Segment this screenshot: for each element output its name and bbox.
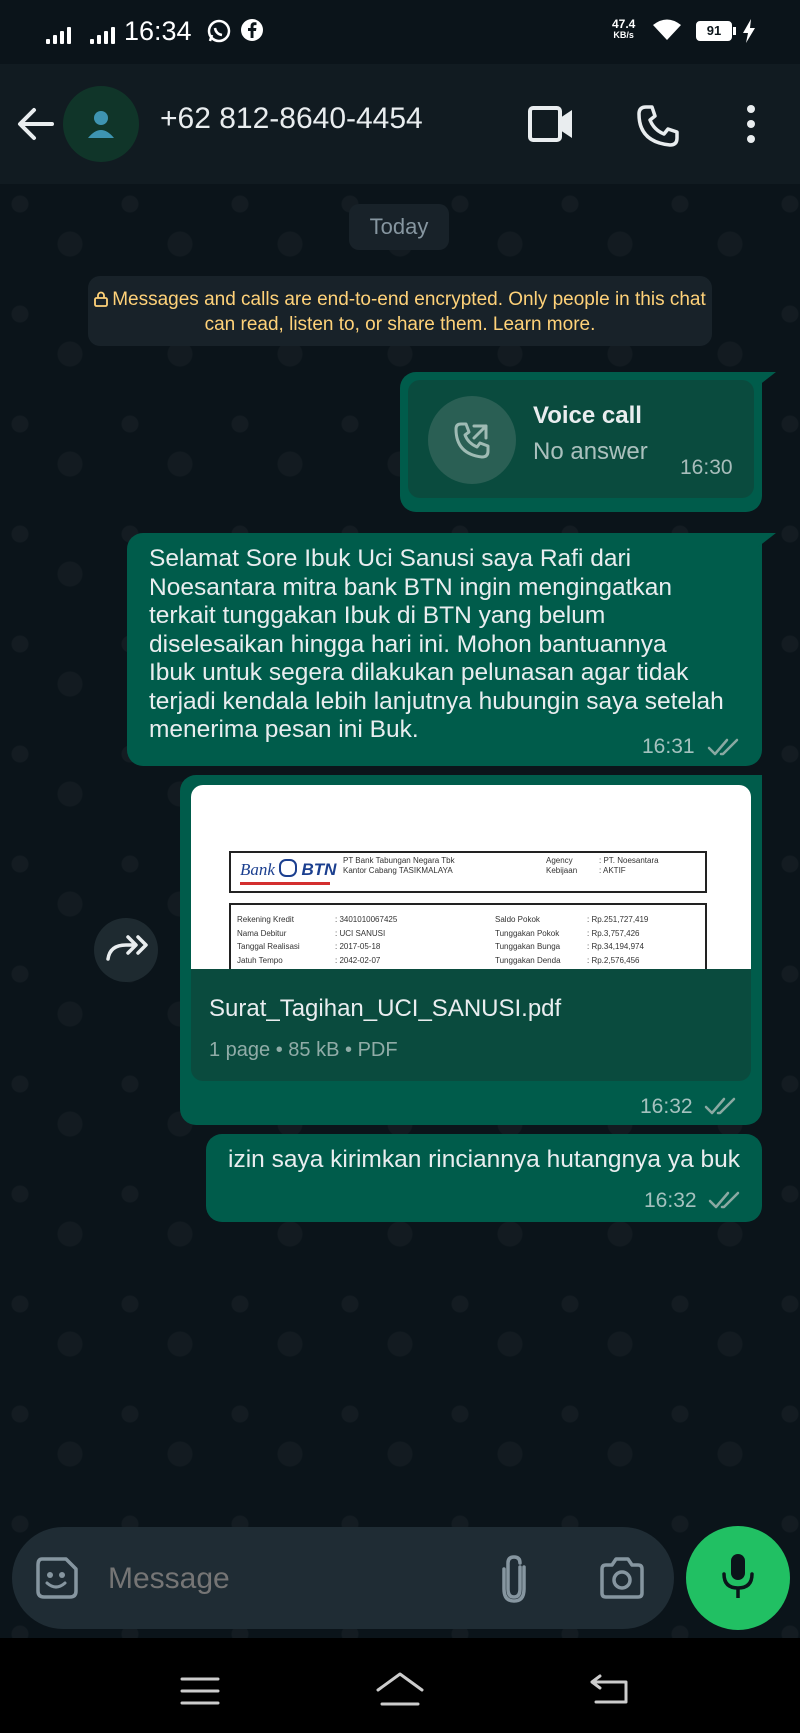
btn-logo: Bank BTN — [240, 859, 337, 879]
home-nav-icon[interactable] — [374, 1670, 426, 1713]
document-card[interactable]: Bank BTN PT Bank Tabungan Negara Tbk Kan… — [191, 785, 751, 1081]
document-meta: 1 page • 85 kB • PDF — [209, 1039, 398, 1061]
camera-icon[interactable] — [598, 1557, 646, 1604]
read-receipt-icon — [704, 1096, 738, 1121]
forward-button[interactable] — [94, 918, 158, 982]
status-time: 16:34 — [124, 16, 192, 46]
missed-call-icon — [428, 396, 516, 484]
forward-icon — [104, 931, 148, 970]
voice-record-button[interactable] — [686, 1526, 790, 1630]
contact-name[interactable]: +62 812-8640-4454 — [160, 102, 423, 136]
message-time: 16:32 — [644, 1189, 697, 1212]
text-message-bubble[interactable]: Selamat Sore Ibuk Uci Sanusi saya Rafi d… — [127, 533, 762, 766]
signal-icon-sim2 — [90, 24, 115, 44]
avatar-icon[interactable] — [63, 86, 139, 162]
message-time: 16:31 — [642, 735, 695, 758]
message-text: Selamat Sore Ibuk Uci Sanusi saya Rafi d… — [149, 545, 724, 743]
battery-icon: 91 — [696, 21, 732, 41]
document-message-bubble[interactable]: Bank BTN PT Bank Tabungan Negara Tbk Kan… — [180, 775, 762, 1125]
document-filename: Surat_Tagihan_UCI_SANUSI.pdf — [209, 995, 562, 1022]
call-message-bubble[interactable]: Voice call No answer 16:30 — [400, 372, 762, 512]
message-time: 16:30 — [680, 456, 733, 479]
facebook-notification-icon — [240, 18, 264, 49]
status-bar: 16:34 47.4 KB/s 91 — [0, 0, 800, 64]
text-message-bubble[interactable]: izin saya kirimkan rinciannya hutangnya … — [206, 1134, 762, 1222]
signal-icon-sim1 — [46, 24, 71, 44]
bubble-tail — [758, 372, 776, 386]
video-call-icon[interactable] — [528, 104, 574, 149]
mic-icon — [718, 1552, 758, 1605]
attach-icon[interactable] — [496, 1553, 532, 1608]
read-receipt-icon — [708, 1190, 742, 1215]
encryption-notice[interactable]: Messages and calls are end-to-end encryp… — [88, 276, 712, 346]
bubble-tail — [758, 533, 776, 547]
read-receipt-icon — [707, 737, 741, 762]
wifi-icon — [652, 18, 682, 49]
lock-icon — [94, 290, 109, 313]
preview-header-box: Bank BTN PT Bank Tabungan Negara Tbk Kan… — [229, 851, 707, 893]
sticker-icon[interactable] — [34, 1555, 80, 1606]
phone-icon[interactable] — [636, 104, 680, 153]
date-chip: Today — [349, 204, 449, 250]
document-preview: Bank BTN PT Bank Tabungan Negara Tbk Kan… — [191, 785, 751, 969]
menu-nav-icon[interactable] — [180, 1676, 220, 1711]
more-options-icon[interactable] — [744, 104, 758, 149]
back-nav-icon[interactable] — [588, 1672, 632, 1711]
message-time: 16:32 — [640, 1095, 693, 1118]
back-arrow-icon[interactable] — [16, 104, 56, 149]
system-nav-bar — [0, 1638, 800, 1733]
message-composer — [12, 1527, 674, 1629]
whatsapp-notification-icon — [206, 18, 232, 51]
call-status: No answer — [533, 438, 648, 465]
charging-icon — [742, 19, 756, 50]
encryption-text: Messages and calls are end-to-end encryp… — [112, 289, 706, 335]
preview-details-table: Rekening Kredit Nama Debitur Tanggal Rea… — [229, 903, 707, 969]
message-input[interactable] — [106, 1553, 470, 1605]
network-speed: 47.4 KB/s — [612, 17, 636, 40]
chat-header: +62 812-8640-4454 — [0, 64, 800, 184]
battery-level: 91 — [706, 23, 722, 38]
message-text: izin saya kirimkan rinciannya hutangnya … — [228, 1146, 741, 1173]
call-title: Voice call — [533, 402, 642, 429]
